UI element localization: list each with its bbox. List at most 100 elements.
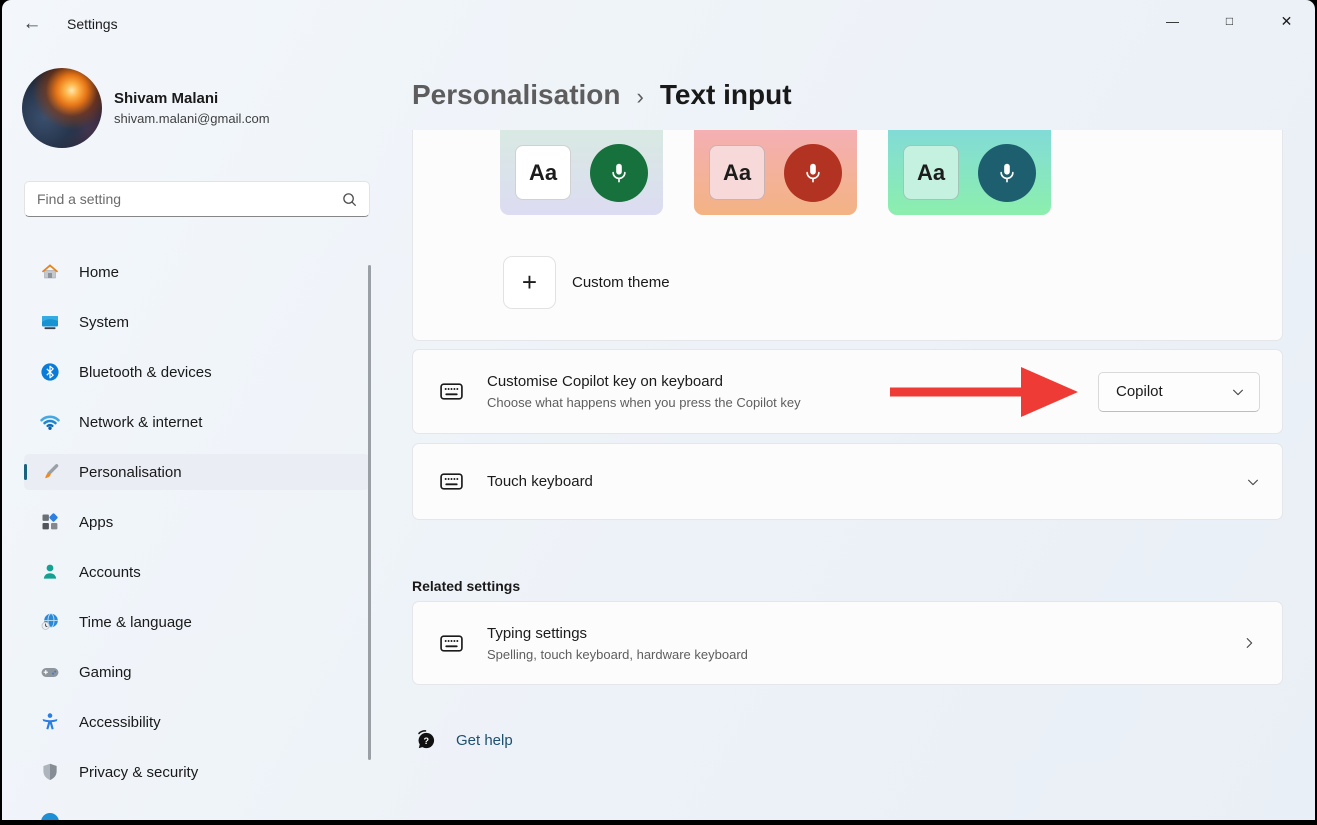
sidebar-item-home[interactable]: Home (24, 254, 370, 290)
search-box[interactable] (24, 181, 370, 217)
maximize-icon: □ (1225, 14, 1234, 28)
theme-card-pink-orange[interactable]: Aa (694, 130, 857, 215)
search-input[interactable] (37, 191, 342, 207)
sidebar-item-gaming[interactable]: Gaming (24, 654, 370, 690)
microphone-icon (784, 144, 842, 202)
sidebar-item-privacy[interactable]: Privacy & security (24, 754, 370, 790)
copilot-setting-title: Customise Copilot key on keyboard (487, 373, 723, 390)
chevron-right-icon (1246, 638, 1253, 648)
breadcrumb: Personalisation › Text input (412, 74, 1283, 116)
theme-aa-sample: Aa (903, 145, 959, 200)
user-name: Shivam Malani (114, 90, 219, 107)
page-title: Text input (659, 79, 792, 110)
svg-text:?: ? (423, 736, 429, 746)
title-bar: ← Settings — □ ✕ (2, 0, 1315, 48)
copilot-key-setting-row: Customise Copilot key on keyboard Choose… (412, 349, 1283, 434)
apps-icon (42, 513, 58, 530)
theme-panel: Aa Aa Aa + Custom theme (412, 130, 1283, 341)
theme-card-row: Aa Aa Aa (500, 130, 1282, 215)
touch-keyboard-row[interactable]: Touch keyboard (412, 443, 1283, 520)
shield-icon (43, 763, 57, 780)
theme-card-blue-mint[interactable]: Aa (888, 130, 1051, 215)
bluetooth-icon (41, 363, 59, 381)
add-custom-theme-button[interactable]: + (503, 256, 556, 309)
sidebar-item-label: System (79, 313, 130, 331)
keyboard-icon (440, 634, 463, 652)
home-icon (41, 264, 59, 279)
system-icon (42, 316, 58, 330)
sidebar-item-label: Privacy & security (79, 763, 199, 781)
related-settings-heading: Related settings (412, 578, 521, 594)
breadcrumb-parent[interactable]: Personalisation (412, 79, 621, 111)
sidebar-item-system[interactable]: System (24, 304, 370, 340)
theme-aa-sample: Aa (709, 145, 765, 200)
wifi-icon (40, 415, 60, 430)
window-title: Settings (67, 16, 118, 32)
sidebar-item-personalisation[interactable]: Personalisation (24, 454, 370, 490)
sidebar-item-apps[interactable]: Apps (24, 504, 370, 540)
globe-clock-icon (41, 613, 58, 630)
sidebar-item-accessibility[interactable]: Accessibility (24, 704, 370, 740)
custom-theme-row: + Custom theme (503, 256, 1282, 309)
sidebar-item-partial (24, 804, 370, 820)
maximize-button[interactable]: □ (1201, 0, 1258, 42)
settings-window: ← Settings — □ ✕ Shivam Malani shivam.ma… (2, 0, 1315, 820)
close-button[interactable]: ✕ (1258, 0, 1315, 42)
avatar (22, 68, 102, 148)
main-content: Personalisation › Text input Aa Aa Aa + … (392, 48, 1315, 820)
theme-aa-sample: Aa (515, 145, 571, 200)
copilot-key-dropdown[interactable]: Copilot (1098, 371, 1260, 412)
plus-icon: + (521, 267, 538, 297)
sidebar-item-label: Gaming (79, 663, 132, 681)
sidebar-item-network[interactable]: Network & internet (24, 404, 370, 440)
dropdown-value: Copilot (1116, 383, 1163, 400)
sidebar-item-label: Apps (79, 513, 114, 531)
custom-theme-label: Custom theme (572, 274, 670, 291)
user-email: shivam.malani@gmail.com (114, 111, 270, 126)
typing-settings-title: Typing settings (487, 624, 588, 642)
back-button[interactable]: ← (16, 8, 48, 40)
sidebar-item-label: Personalisation (79, 463, 182, 481)
close-icon: ✕ (1280, 12, 1293, 29)
microphone-icon (978, 144, 1036, 202)
minimize-button[interactable]: — (1144, 0, 1201, 42)
get-help-link[interactable]: ? Get help (414, 729, 1283, 752)
person-icon (43, 564, 57, 579)
sidebar-item-bluetooth[interactable]: Bluetooth & devices (24, 354, 370, 390)
minimize-icon: — (1166, 13, 1179, 29)
sidebar-nav: Home System Bluetooth & devices Network … (24, 254, 370, 820)
user-profile[interactable]: Shivam Malani shivam.malani@gmail.com (22, 68, 370, 148)
annotation-arrow (890, 366, 1078, 417)
sidebar-item-label: Accounts (79, 563, 141, 581)
chevron-down-icon (1233, 389, 1243, 395)
window-controls: — □ ✕ (1144, 0, 1315, 48)
sidebar-item-time-language[interactable]: Time & language (24, 604, 370, 640)
keyboard-icon (440, 473, 463, 490)
sidebar: Shivam Malani shivam.malani@gmail.com Fi… (2, 48, 392, 820)
get-help-label: Get help (456, 732, 513, 749)
sidebar-scrollbar[interactable] (368, 265, 371, 760)
typing-settings-row[interactable]: Typing settings Spelling, touch keyboard… (412, 601, 1283, 685)
windows-update-icon (41, 813, 59, 820)
theme-card-green-purple[interactable]: Aa (500, 130, 663, 215)
sidebar-item-accounts[interactable]: Accounts (24, 554, 370, 590)
breadcrumb-separator-icon: › (636, 83, 644, 109)
footer-links: ? Get help Give feedback (414, 729, 1283, 770)
search-icon (343, 192, 356, 206)
sidebar-item-label: Bluetooth & devices (79, 363, 212, 381)
keyboard-icon (440, 383, 463, 400)
back-arrow-icon: ← (22, 13, 42, 34)
sidebar-item-label: Home (79, 263, 120, 281)
copilot-setting-subtitle: Choose what happens when you press the C… (487, 395, 801, 410)
sidebar-item-label: Accessibility (79, 713, 161, 731)
sidebar-item-label: Network & internet (79, 413, 203, 431)
touch-keyboard-title: Touch keyboard (487, 473, 593, 490)
settings-scroll-area: Aa Aa Aa + Custom theme Customise Copilo… (412, 130, 1283, 770)
chevron-down-icon (1248, 479, 1258, 485)
typing-settings-subtitle: Spelling, touch keyboard, hardware keybo… (487, 646, 748, 662)
microphone-icon (590, 144, 648, 202)
help-bubble-icon: ? (418, 730, 435, 749)
sidebar-item-label: Time & language (79, 613, 192, 631)
accessibility-icon (42, 713, 58, 730)
gamepad-icon (41, 668, 59, 677)
